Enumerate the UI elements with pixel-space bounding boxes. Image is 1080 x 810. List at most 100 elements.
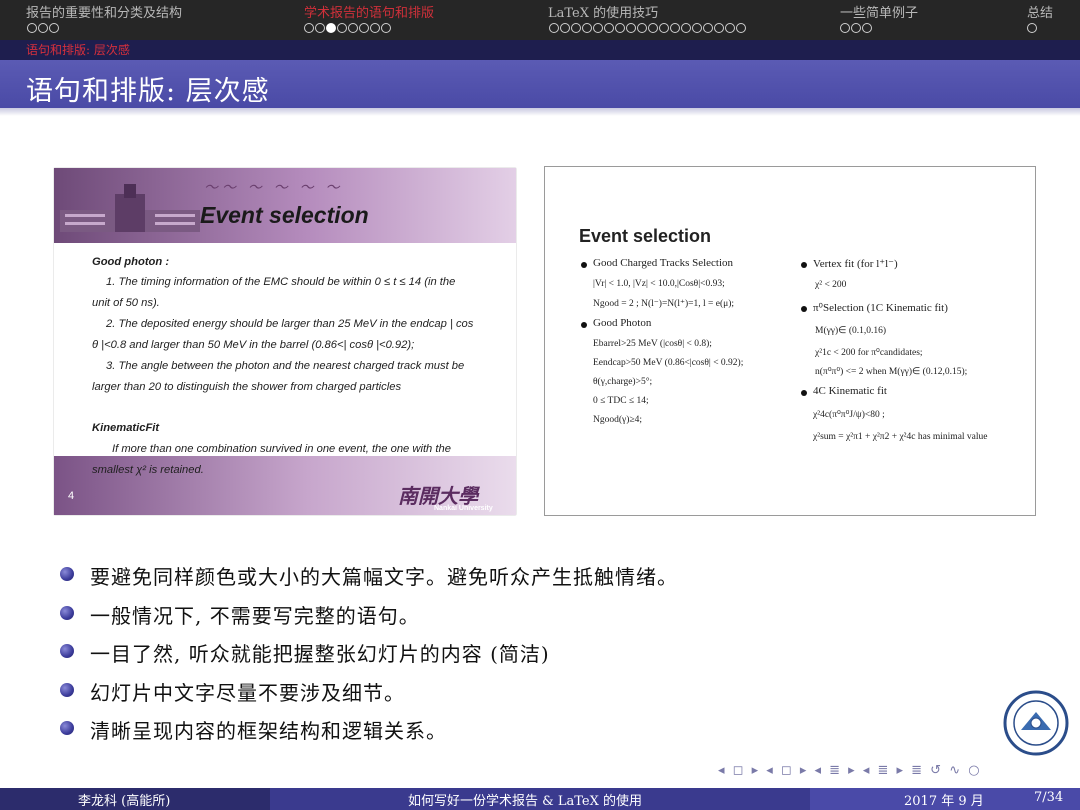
- slide-text: Ngood(γ)≥4;: [593, 415, 642, 425]
- bullet-icon: [60, 644, 74, 658]
- bullet-icon: [60, 683, 74, 697]
- nav-section-4[interactable]: 一些简单例子: [840, 2, 918, 21]
- nav-dot[interactable]: [326, 23, 336, 33]
- slide-heading: Event selection: [579, 226, 712, 246]
- slide-text: 3. The angle between the photon and the …: [106, 360, 465, 372]
- slide-text: |Vr| < 1.0, |Vz| < 10.0,|Cosθ|<0.93;: [593, 279, 725, 289]
- bullet-icon: [801, 262, 807, 268]
- slide-heading: Event selection: [200, 202, 369, 228]
- footer: 李龙科 (高能所) 如何写好一份学术报告 & LaTeX 的使用 2017 年 …: [0, 788, 1080, 810]
- nav-dot[interactable]: [49, 23, 59, 33]
- nav-section-3[interactable]: LaTeX 的使用技巧: [548, 2, 658, 21]
- bullet-icon: [801, 306, 807, 312]
- nav-dot[interactable]: [659, 23, 669, 33]
- slide-text: Good Charged Tracks Selection: [593, 257, 734, 269]
- bullet-icon: [581, 262, 587, 268]
- nav-dot[interactable]: [1027, 23, 1037, 33]
- frame-title: 语句和排版: 层次感: [26, 76, 270, 107]
- slide-motto: 〜〜 〜 〜 〜 〜: [204, 179, 344, 195]
- nav-dot[interactable]: [571, 23, 581, 33]
- nav-section-2[interactable]: 学术报告的语句和排版: [304, 2, 434, 21]
- footer-date: 2017 年 9 月: [904, 794, 984, 809]
- nav-dot[interactable]: [692, 23, 702, 33]
- slide-text: χ²1c < 200 for π⁰candidates;: [815, 348, 923, 358]
- nav-dot[interactable]: [560, 23, 570, 33]
- slide-text: Eendcap>50 MeV (0.86<|cosθ| < 0.92);: [593, 358, 744, 368]
- slide-text: M(γγ)∈ (0.1,0.16): [815, 326, 887, 336]
- nav-dot[interactable]: [736, 23, 746, 33]
- slide-text: 0 ≤ TDC ≤ 14;: [593, 396, 649, 406]
- nav-dot[interactable]: [582, 23, 592, 33]
- frame-title-bar: 语句和排版: 层次感: [0, 60, 1080, 108]
- slide-text: smallest χ² is retained.: [92, 464, 204, 476]
- nav-dot[interactable]: [648, 23, 658, 33]
- nav-dot[interactable]: [370, 23, 380, 33]
- slide-text: θ |<0.8 and larger than 50 MeV in the ba…: [92, 339, 415, 351]
- nav-dot[interactable]: [862, 23, 872, 33]
- title-shadow: [0, 108, 1080, 116]
- footer-page-number: 7/34: [1034, 790, 1064, 805]
- nav-dot[interactable]: [549, 23, 559, 33]
- slide-page-number: 4: [68, 490, 75, 502]
- nav-dot[interactable]: [725, 23, 735, 33]
- nav-dot[interactable]: [626, 23, 636, 33]
- nav-dot[interactable]: [38, 23, 48, 33]
- nav-dot[interactable]: [27, 23, 37, 33]
- nav-dot[interactable]: [714, 23, 724, 33]
- slide-text: 4C Kinematic fit: [813, 385, 887, 397]
- slide-text: Vertex fit (for l⁺l⁻): [813, 258, 898, 270]
- slide-text: χ²4c(π⁰π⁰J/ψ)<80 ;: [813, 410, 885, 420]
- slide-text: unit of 50 ns).: [92, 297, 160, 309]
- slide-text: χ²sum = χ²π1 + χ²π2 + χ²4c has minimal v…: [813, 432, 988, 442]
- slide-text: If more than one combination survived in…: [112, 443, 451, 455]
- nav-dot[interactable]: [337, 23, 347, 33]
- nav-section-1[interactable]: 报告的重要性和分类及结构: [26, 2, 182, 21]
- nav-dot[interactable]: [681, 23, 691, 33]
- nav-dot[interactable]: [703, 23, 713, 33]
- slide-text: n(π⁰π⁰) <= 2 when M(γγ)∈ (0.12,0.15);: [815, 367, 968, 377]
- nav-dot[interactable]: [604, 23, 614, 33]
- nav-dot[interactable]: [348, 23, 358, 33]
- slide-text: π⁰Selection (1C Kinematic fit): [813, 302, 948, 314]
- institute-seal-logo: [1003, 690, 1069, 756]
- slide-text: θ(γ,charge)>5°;: [593, 377, 653, 387]
- bullet-text: 幻灯片中文字尽量不要涉及细节。: [90, 681, 405, 705]
- nav-dot[interactable]: [315, 23, 325, 33]
- slide-text: Ebarrel>25 MeV (|cosθ| < 0.8);: [593, 339, 712, 349]
- subsection-bar: 语句和排版: 层次感: [0, 40, 1080, 60]
- bullet-icon: [801, 390, 807, 396]
- nav-dot[interactable]: [851, 23, 861, 33]
- bullet-text: 一目了然, 听众就能把握整张幻灯片的内容 (简洁): [90, 642, 550, 666]
- example-slide-right: Event selection Good Charged Tracks Sele…: [544, 166, 1036, 516]
- slide-text: KinematicFit: [92, 422, 160, 434]
- nav-section-5[interactable]: 总结: [1027, 2, 1053, 21]
- bullet-icon: [60, 567, 74, 581]
- bullet-icon: [60, 606, 74, 620]
- building-image: [60, 184, 200, 232]
- bullet-icon: [581, 322, 587, 328]
- bullet-text: 一般情况下, 不需要写完整的语句。: [90, 604, 420, 628]
- bullet-icon: [60, 721, 74, 735]
- nav-dot[interactable]: [637, 23, 647, 33]
- slide-text: Good Photon: [593, 317, 652, 329]
- nav-dot[interactable]: [615, 23, 625, 33]
- nav-dot[interactable]: [359, 23, 369, 33]
- slide-text: Ngood = 2 ; N(l⁻)=N(l⁺)=1, l = e(μ);: [593, 299, 735, 309]
- section-navigation-bar: 报告的重要性和分类及结构 学术报告的语句和排版 LaTeX 的使用技巧 一些简单…: [0, 0, 1080, 40]
- slide-text: 1. The timing information of the EMC sho…: [106, 276, 456, 288]
- footer-author: 李龙科 (高能所): [78, 794, 171, 809]
- nav-dot[interactable]: [840, 23, 850, 33]
- slide-text: Good photon :: [92, 256, 170, 268]
- nav-dot[interactable]: [593, 23, 603, 33]
- beamer-navigation-symbols[interactable]: ◂ ◻ ▸ ◂ ◻ ▸ ◂ ≣ ▸ ◂ ≣ ▸ ≣ ↺ ∿ ○: [718, 763, 982, 778]
- footer-title: 如何写好一份学术报告 & LaTeX 的使用: [408, 794, 642, 809]
- nav-dot[interactable]: [381, 23, 391, 33]
- slide-text: larger than 20 to distinguish the shower…: [92, 381, 402, 393]
- bullet-text: 清晰呈现内容的框架结构和逻辑关系。: [90, 719, 447, 743]
- nav-dot[interactable]: [304, 23, 314, 33]
- nav-dot[interactable]: [670, 23, 680, 33]
- example-slide-left: 〜〜 〜 〜 〜 〜 Event selection Good photon :…: [54, 168, 516, 515]
- bullet-text: 要避免同样颜色或大小的大篇幅文字。避免听众产生抵触情绪。: [90, 565, 678, 589]
- slide-text: 2. The deposited energy should be larger…: [106, 318, 474, 330]
- slide-text: χ² < 200: [815, 280, 847, 290]
